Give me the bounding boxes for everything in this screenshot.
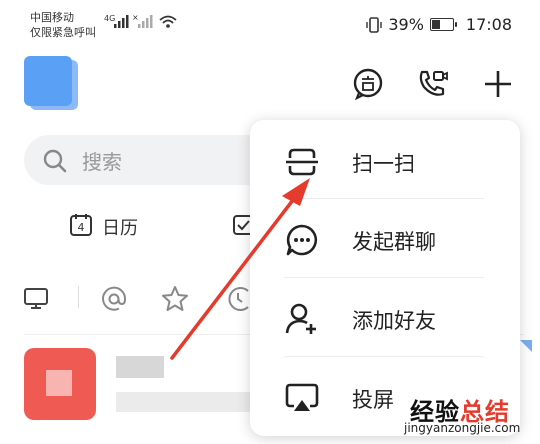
menu-item-label: 添加好友 [352, 309, 436, 333]
watermark-url: jingyanzongjie.com [404, 421, 521, 435]
status-time: 17:08 [465, 15, 512, 34]
menu-item-label: 发起群聊 [352, 230, 436, 254]
corner-badge [520, 340, 532, 352]
battery-icon [429, 18, 457, 31]
signal-icon: 4G × [104, 13, 177, 28]
desktop-icon[interactable] [22, 285, 50, 311]
scan-icon [286, 148, 318, 176]
carrier-name: 中国移动 [30, 11, 74, 24]
screen-cast-icon [285, 383, 319, 411]
phone-video-icon [419, 70, 448, 96]
vibrate-icon [366, 16, 383, 33]
menu-item-label: 扫一扫 [352, 152, 415, 176]
menu-separator [284, 277, 484, 278]
menu-item-add-friend[interactable]: 添加好友 [250, 279, 520, 357]
carrier-status: 仅限紧急呼叫 [30, 26, 96, 39]
search-placeholder: 搜索 [82, 150, 122, 174]
group-chat-icon [286, 224, 318, 256]
clock-icon[interactable] [226, 285, 250, 313]
signal-icons: 4G × [104, 12, 184, 33]
mention-icon[interactable] [100, 285, 128, 313]
battery-percent: 39% [388, 15, 424, 34]
plus-icon [485, 71, 511, 97]
menu-item-group-chat[interactable]: 发起群聊 [250, 200, 520, 278]
calendar-date: 4 [78, 221, 85, 234]
secret-chat-button[interactable] [350, 66, 386, 102]
menu-separator [284, 198, 484, 199]
add-friend-icon [285, 303, 316, 334]
search-icon [43, 149, 67, 173]
star-icon[interactable] [160, 284, 190, 314]
chat-avatar[interactable] [24, 348, 96, 420]
status-right: 39% 17:08 [366, 15, 512, 34]
menu-separator [284, 356, 484, 357]
user-avatar[interactable] [24, 56, 72, 106]
add-menu-button[interactable] [480, 66, 516, 102]
call-button[interactable] [414, 66, 450, 102]
menu-item-scan[interactable]: 扫一扫 [250, 122, 520, 200]
add-popup-menu: 扫一扫 发起群聊 添加好友 投屏 [250, 120, 520, 436]
chat-name-blurred [116, 356, 164, 378]
calendar-icon: 4 [70, 214, 92, 236]
filter-divider-line [78, 286, 79, 308]
secret-chat-icon [353, 68, 383, 101]
svg-text:×: × [132, 13, 139, 22]
carrier-info: 中国移动 仅限紧急呼叫 [30, 10, 96, 40]
calendar-shortcut[interactable]: 日历 [102, 214, 138, 240]
menu-item-label: 投屏 [352, 388, 394, 412]
network-type: 4G [104, 14, 115, 23]
